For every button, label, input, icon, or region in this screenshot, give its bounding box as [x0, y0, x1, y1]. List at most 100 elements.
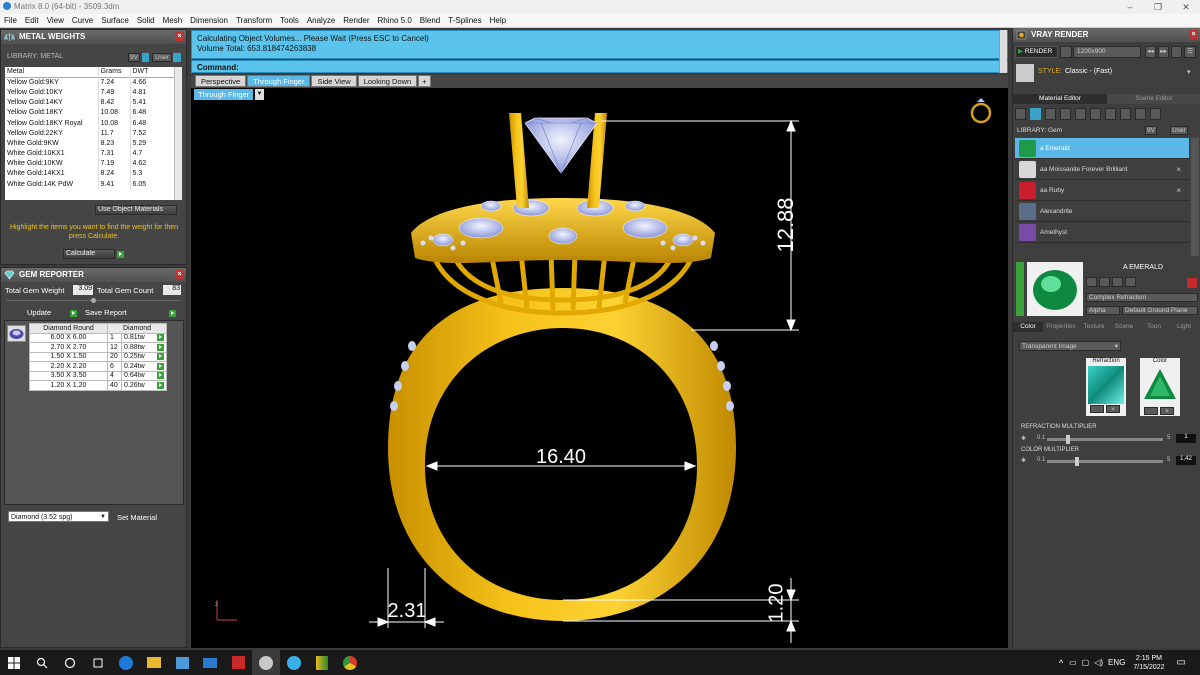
- pattern-icon[interactable]: [1090, 108, 1101, 120]
- copy-icon[interactable]: [1099, 277, 1110, 287]
- menu-dimension[interactable]: Dimension: [186, 16, 232, 25]
- color-map-slot[interactable]: Color ×: [1140, 358, 1180, 416]
- menu-mesh[interactable]: Mesh: [159, 16, 187, 25]
- menu-solid[interactable]: Solid: [133, 16, 159, 25]
- table-row[interactable]: 2.70 X 2.70 12 0.88tw: [29, 342, 167, 353]
- table-row[interactable]: White Gold:14KX1 8.24 5.3: [5, 168, 175, 180]
- edit-icon[interactable]: [1090, 405, 1104, 413]
- network-icon[interactable]: ▭: [1069, 658, 1077, 667]
- menu-view[interactable]: View: [43, 16, 68, 25]
- gem-row-select-button[interactable]: [157, 353, 164, 360]
- table-row[interactable]: Yellow Gold:14KY 8.42 5.41: [5, 97, 175, 108]
- material-select[interactable]: Diamond (3.52 spg) ▼: [8, 511, 109, 522]
- tab-side-view[interactable]: Side View: [311, 75, 357, 87]
- tab-material-editor[interactable]: Material Editor: [1013, 94, 1107, 104]
- style-value[interactable]: Classic - (Fast): [1065, 68, 1112, 75]
- calculate-button[interactable]: [117, 251, 124, 259]
- remove-icon[interactable]: ×: [1176, 165, 1181, 174]
- settings-icon[interactable]: ☰: [1184, 46, 1196, 58]
- drop-icon[interactable]: [1015, 108, 1026, 120]
- command-input[interactable]: Command:: [191, 60, 1008, 73]
- list-item[interactable]: Alexandrite: [1015, 201, 1189, 222]
- mail-button[interactable]: [196, 650, 224, 675]
- language-indicator[interactable]: ENG: [1108, 658, 1125, 667]
- gem-icon[interactable]: [1030, 108, 1041, 120]
- metal-table-scrollbar[interactable]: [174, 67, 182, 200]
- reset-icon[interactable]: [1187, 278, 1197, 288]
- display-icon[interactable]: ▢: [1082, 658, 1090, 667]
- menu-file[interactable]: File: [0, 16, 21, 25]
- sphere-icon[interactable]: [1045, 108, 1056, 120]
- list-item[interactable]: a Emerald: [1015, 138, 1189, 159]
- list-item[interactable]: aa Moissanite Forever Brilliant ×: [1015, 159, 1189, 180]
- list-item[interactable]: aa Ruby ×: [1015, 180, 1189, 201]
- gem-list-scrollbar[interactable]: [1191, 138, 1199, 256]
- command-scrollbar[interactable]: [999, 30, 1007, 73]
- col-diamond[interactable]: Diamond: [107, 323, 167, 334]
- table-row[interactable]: Yellow Gold:18KY 10.08 6.48: [5, 107, 175, 118]
- menu-blend[interactable]: Blend: [416, 16, 444, 25]
- table-row[interactable]: White Gold:10KW 7.19 4.62: [5, 158, 175, 169]
- close-button[interactable]: ✕: [1172, 0, 1200, 14]
- close-icon[interactable]: ×: [175, 32, 184, 41]
- close-icon[interactable]: ×: [175, 270, 184, 279]
- stone-icon[interactable]: [1135, 108, 1146, 120]
- resolution-field[interactable]: 1200x900: [1073, 46, 1141, 58]
- notifications-icon[interactable]: ▭: [1177, 657, 1186, 668]
- table-row[interactable]: Yellow Gold:9KY 7.24 4.66: [5, 77, 175, 88]
- matrix-app-button[interactable]: [252, 650, 280, 675]
- tray-chevron-icon[interactable]: ^: [1059, 658, 1063, 668]
- color-multiplier-value[interactable]: 1.42: [1176, 456, 1196, 465]
- metal-lib-user-toggle[interactable]: [173, 53, 181, 62]
- list-item[interactable]: Amethyst: [1015, 222, 1189, 243]
- texture-icon[interactable]: [1060, 108, 1071, 120]
- table-row[interactable]: 1.50 X 1.50 20 0.25tw: [29, 351, 167, 362]
- save-render-icon[interactable]: [1171, 46, 1182, 58]
- update-button[interactable]: [70, 310, 78, 318]
- edge-button[interactable]: [112, 650, 140, 675]
- menu-help[interactable]: Help: [486, 16, 510, 25]
- minimize-button[interactable]: –: [1116, 0, 1144, 14]
- store-button[interactable]: [168, 650, 196, 675]
- refraction-multiplier-slider[interactable]: [1047, 435, 1163, 444]
- gem-lib-user-button[interactable]: User: [1170, 126, 1188, 135]
- col-dwt[interactable]: DWT: [130, 67, 175, 78]
- subtab-color[interactable]: Color: [1013, 322, 1043, 332]
- gem-row-select-button[interactable]: [157, 372, 164, 379]
- ring-view-icon[interactable]: [970, 98, 992, 124]
- table-row[interactable]: 3.50 X 3.50 4 0.64tw: [29, 370, 167, 381]
- close-icon[interactable]: ×: [1189, 30, 1198, 39]
- prev-icon[interactable]: ◂◂: [1145, 46, 1156, 58]
- table-row[interactable]: White Gold:14K PdW 9.41 6.05: [5, 179, 175, 190]
- gem-row-select-button[interactable]: [157, 343, 164, 351]
- subtab-toon[interactable]: Toon: [1139, 322, 1169, 332]
- render-button[interactable]: ▶ RENDER: [1015, 46, 1058, 58]
- app-blue-button[interactable]: [280, 650, 308, 675]
- subtab-properties[interactable]: Properties: [1043, 322, 1079, 332]
- col-grams[interactable]: Grams: [98, 67, 131, 78]
- search-button[interactable]: [28, 650, 56, 675]
- cloud-icon[interactable]: [1120, 108, 1131, 120]
- gem-row-select-button[interactable]: [157, 334, 164, 341]
- use-object-materials-select[interactable]: Use Object Materials: [95, 205, 177, 215]
- mesh-icon[interactable]: [1105, 108, 1116, 120]
- color-slider-knob[interactable]: [1075, 457, 1079, 466]
- table-row[interactable]: Yellow Gold:22KY 11.7 7.52: [5, 128, 175, 139]
- subtab-scene[interactable]: Scene: [1109, 322, 1139, 332]
- chrome-button[interactable]: [336, 650, 364, 675]
- refraction-multiplier-value[interactable]: 1: [1176, 434, 1196, 443]
- remove-icon[interactable]: ×: [1106, 405, 1120, 413]
- table-row[interactable]: 2.20 X 2.20 6 0.24tw: [29, 361, 167, 372]
- diamond-thumbnail[interactable]: [7, 325, 26, 342]
- next-icon[interactable]: ▸▸: [1158, 46, 1169, 58]
- menu-surface[interactable]: Surface: [97, 16, 133, 25]
- cortana-button[interactable]: [56, 650, 84, 675]
- ground-plane-select[interactable]: Default Ground Plane: [1122, 306, 1198, 315]
- metal-lib-9v-button[interactable]: 9V: [128, 53, 140, 62]
- table-row[interactable]: 6.00 X 6.00 1 0.81tw: [29, 332, 167, 343]
- gem-divider-handle[interactable]: [91, 298, 96, 303]
- chevron-down-icon[interactable]: ▾: [1187, 68, 1191, 76]
- calculate-field[interactable]: Calculate: [63, 249, 115, 259]
- layers-icon[interactable]: [1086, 277, 1097, 287]
- start-button[interactable]: [0, 650, 28, 675]
